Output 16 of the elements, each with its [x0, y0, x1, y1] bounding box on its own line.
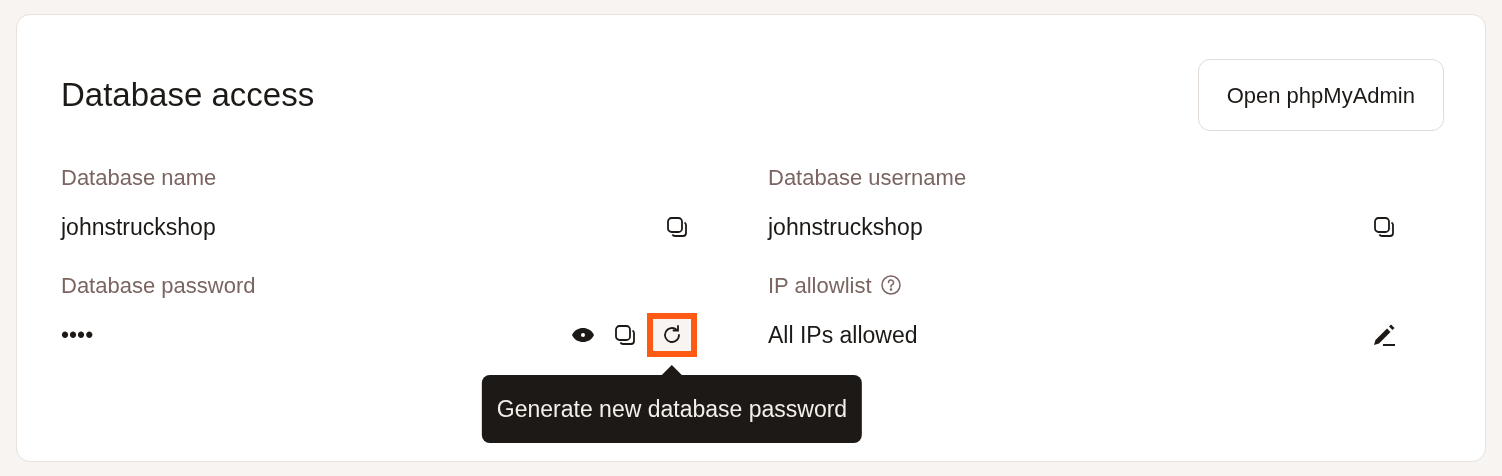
refresh-button[interactable] [647, 313, 697, 357]
field-value: johnstruckshop [768, 212, 923, 242]
field-value: •••• [61, 320, 94, 350]
copy-icon [665, 215, 689, 239]
open-phpmyadmin-button[interactable]: Open phpMyAdmin [1197, 59, 1444, 131]
section-title: Database access [61, 75, 315, 116]
help-icon[interactable] [879, 274, 902, 296]
copy-icon [613, 323, 637, 347]
field-label: IP allowlist [768, 271, 872, 300]
copy-icon [1372, 215, 1396, 239]
field-value: johnstruckshop [61, 212, 216, 242]
field-value: All IPs allowed [768, 320, 918, 350]
field-label: Database password [61, 271, 256, 300]
field-label: Database username [768, 163, 967, 192]
field-label: Database name [61, 163, 217, 192]
tooltip: Generate new database password [481, 365, 863, 443]
